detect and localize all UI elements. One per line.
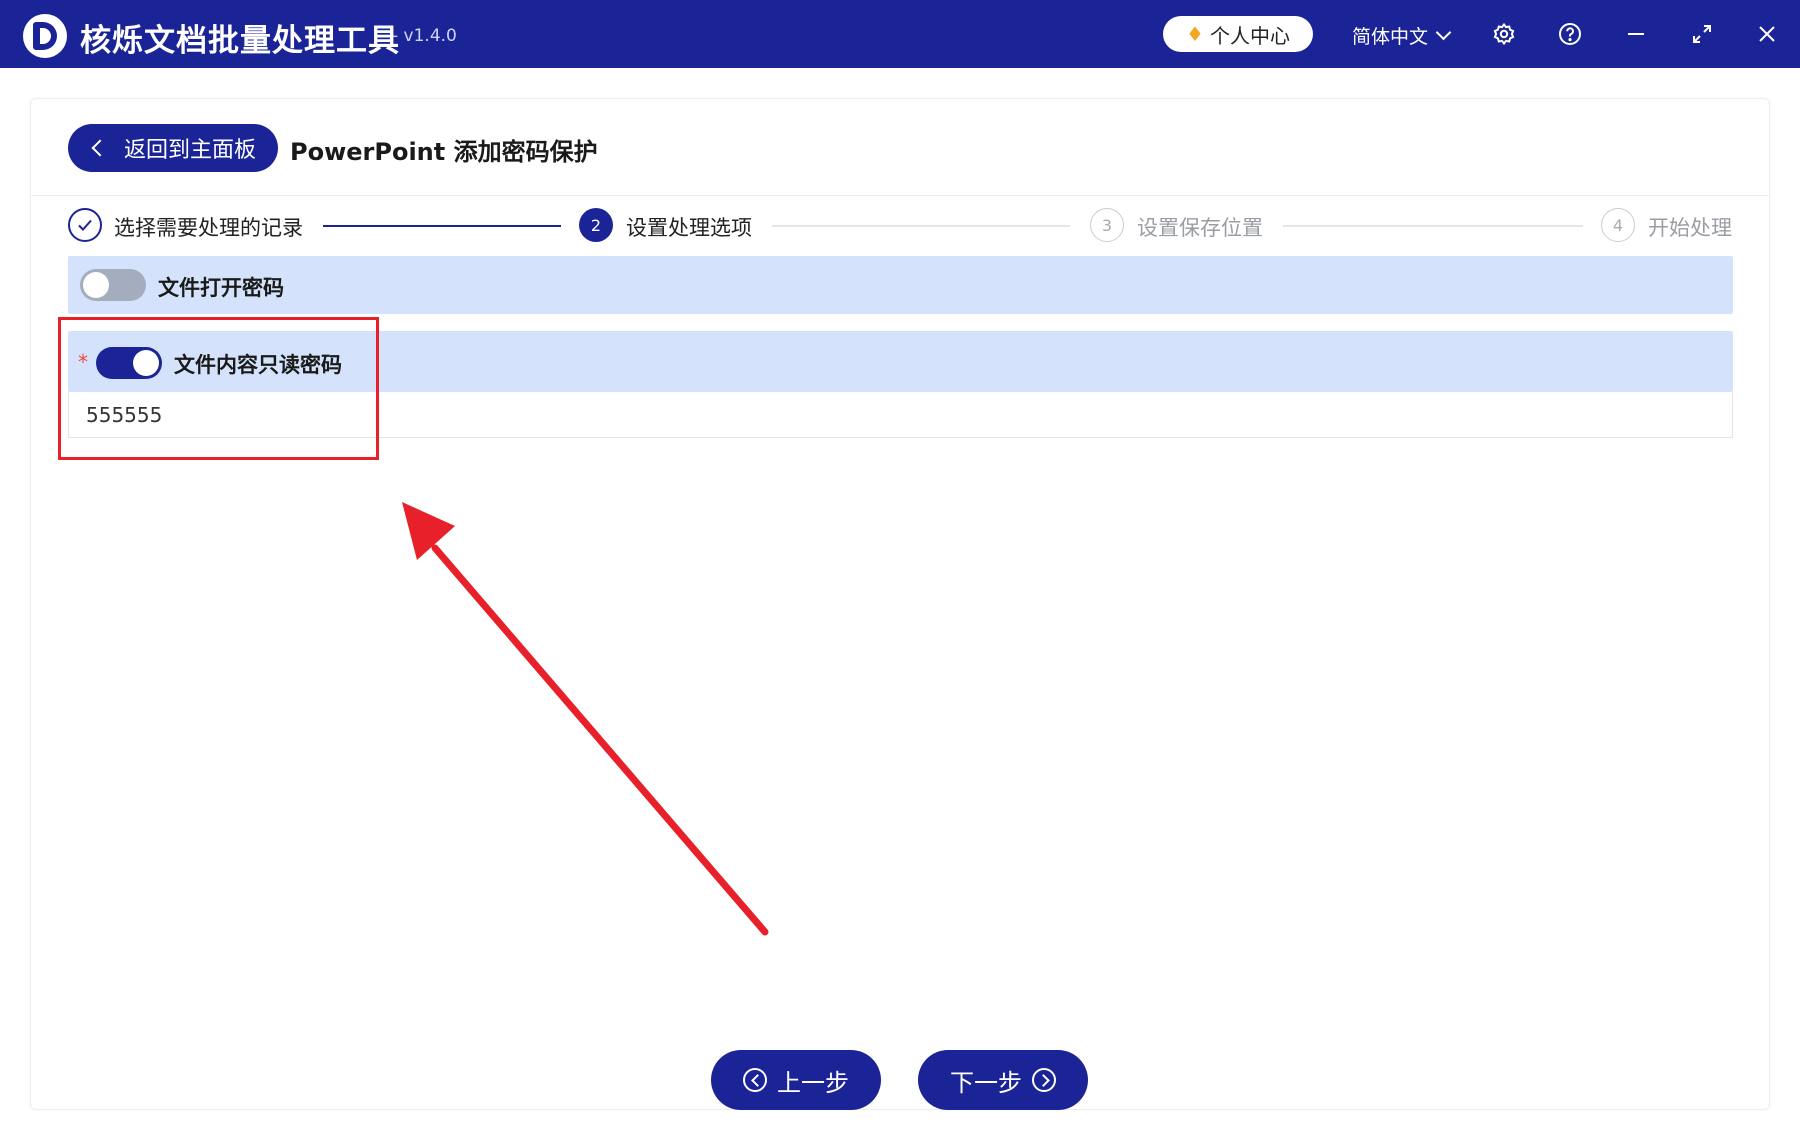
prev-step-label: 上一步 (777, 1068, 849, 1097)
app-version: - v1.4.0 (392, 26, 457, 46)
back-to-main-button[interactable]: 返回到主面板 (68, 124, 278, 172)
step-1-check-icon (68, 208, 102, 242)
settings-icon[interactable] (1488, 18, 1520, 50)
header-divider (31, 195, 1769, 196)
maximize-icon[interactable] (1686, 18, 1718, 50)
annotation-highlight-box (58, 317, 379, 460)
help-icon[interactable] (1554, 18, 1586, 50)
step-connector-3 (1283, 225, 1583, 227)
next-step-label: 下一步 (950, 1068, 1022, 1097)
close-icon[interactable] (1751, 18, 1783, 50)
step-3-number: 3 (1090, 208, 1124, 242)
arrow-left-circle-icon (743, 1068, 767, 1092)
arrow-right-circle-icon (1032, 1068, 1056, 1092)
language-select[interactable]: 简体中文 (1352, 22, 1452, 49)
app-logo-icon (23, 14, 67, 58)
user-center-label: 个人中心 (1209, 23, 1290, 48)
back-button-label: 返回到主面板 (124, 138, 257, 163)
open-password-toggle[interactable] (80, 269, 146, 301)
minimize-icon[interactable] (1620, 18, 1652, 50)
language-label: 简体中文 (1352, 26, 1429, 48)
page-title: PowerPoint 添加密码保护 (290, 138, 598, 166)
open-password-option: 文件打开密码 (68, 256, 1733, 314)
chevron-down-icon (1435, 24, 1452, 41)
open-password-label: 文件打开密码 (158, 276, 284, 300)
chevron-left-icon (91, 139, 109, 157)
prev-step-button[interactable]: 上一步 (711, 1050, 881, 1110)
title-bar: 核烁文档批量处理工具 - v1.4.0 ♦ 个人中心 简体中文 (0, 0, 1800, 68)
main-panel (30, 98, 1770, 1110)
step-3-label: 设置保存位置 (1137, 216, 1263, 240)
user-center-button[interactable]: ♦ 个人中心 (1163, 16, 1313, 52)
vip-diamond-icon: ♦ (1186, 22, 1204, 46)
step-4-number: 4 (1601, 208, 1635, 242)
step-2-label: 设置处理选项 (626, 216, 752, 240)
step-connector-2 (772, 225, 1070, 227)
step-1-label: 选择需要处理的记录 (114, 216, 303, 240)
step-connector-1 (323, 225, 561, 227)
step-2-number: 2 (579, 208, 613, 242)
next-step-button[interactable]: 下一步 (918, 1050, 1088, 1110)
step-4-label: 开始处理 (1648, 216, 1732, 240)
app-title: 核烁文档批量处理工具 (80, 23, 400, 59)
